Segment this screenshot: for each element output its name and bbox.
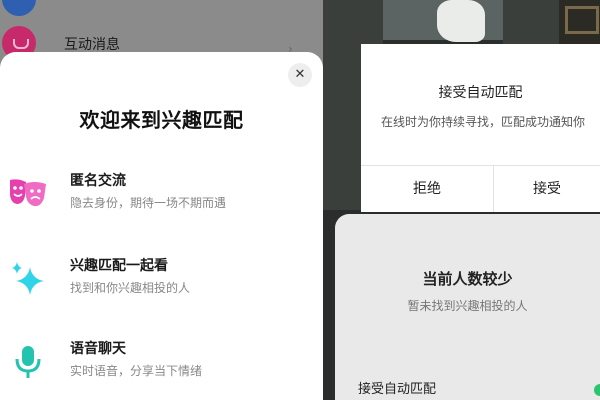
feature-title: 语音聊天 [70,341,126,357]
status-title: 当前人数较少 [422,270,513,288]
feature-description: 实时语音，分享当下情绪 [70,364,203,378]
sheet-title: 欢迎来到兴趣匹配 [79,108,244,132]
microphone-icon [15,346,41,378]
feature-interest-match: 兴趣匹配一起看 找到和你兴趣相投的人 [0,255,323,305]
background-figure [437,0,485,42]
status-subtitle: 暂未找到兴趣相投的人 [407,299,528,313]
accept-button[interactable]: 接受 [494,166,600,212]
left-panel: 互动消息 › ✕ 欢迎来到兴趣匹配 匿名交流 隐去身份，期待一场不期而遇 兴趣匹… [0,0,323,400]
auto-match-toggle[interactable] [594,384,600,396]
feature-title: 兴趣匹配一起看 [70,258,168,274]
feature-anonymous-chat: 匿名交流 隐去身份，期待一场不期而遇 [0,170,323,220]
feature-voice-chat: 语音聊天 实时语音，分享当下情绪 [0,338,323,388]
feature-description: 隐去身份，期待一场不期而遇 [70,196,227,210]
masks-icon [10,179,46,207]
list-item-title: 互动消息 [64,37,120,53]
close-icon: ✕ [294,67,306,82]
list-item[interactable] [0,0,323,22]
feature-title: 匿名交流 [70,173,126,189]
dialog-message: 在线时为你持续寻找，匹配成功通知你 [381,115,586,129]
auto-match-setting-label: 接受自动匹配 [358,382,437,397]
dialog-title: 接受自动匹配 [438,85,523,101]
sparkle-icon [12,262,44,295]
feature-description: 找到和你兴趣相投的人 [70,281,191,295]
close-button[interactable]: ✕ [288,63,312,87]
avatar [2,0,36,16]
reject-button[interactable]: 拒绝 [361,166,493,212]
